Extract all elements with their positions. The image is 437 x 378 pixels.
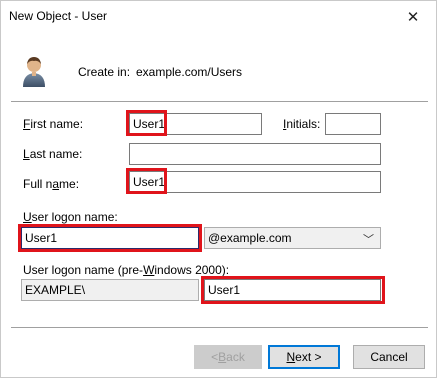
initials-input[interactable]	[325, 113, 381, 135]
back-button[interactable]: < Back	[194, 345, 262, 369]
domain-select-value: @example.com	[208, 231, 292, 245]
logon-name-label: User logon name:	[23, 210, 118, 224]
close-icon: ✕	[406, 8, 420, 26]
first-name-label: First name:	[23, 117, 84, 131]
pre2000-domain: EXAMPLE\	[21, 279, 199, 301]
full-name-label: Full name:	[23, 177, 80, 191]
close-button[interactable]: ✕	[390, 1, 436, 32]
new-user-dialog: New Object - User ✕ Create in: example.c…	[0, 0, 437, 378]
next-button[interactable]: Next >	[268, 345, 340, 369]
window-title: New Object - User	[9, 9, 108, 23]
pre2000-label: User logon name (pre-Windows 2000):	[23, 263, 230, 277]
chevron-down-icon: ﹀	[363, 234, 374, 246]
create-in-path: example.com/Users	[136, 65, 243, 79]
logon-name-input[interactable]: User1	[21, 227, 199, 249]
last-name-label: Last name:	[23, 147, 83, 161]
cancel-button[interactable]: Cancel	[353, 345, 425, 369]
title-bar: New Object - User ✕	[1, 1, 436, 32]
full-name-input[interactable]: User1	[129, 171, 381, 193]
initials-label: Initials:	[283, 117, 321, 131]
first-name-input[interactable]: User1	[129, 113, 262, 135]
user-icon	[21, 54, 47, 88]
domain-select[interactable]: @example.com ﹀	[204, 227, 381, 249]
create-in-label: Create in:	[78, 65, 131, 79]
last-name-input[interactable]	[129, 143, 381, 165]
pre2000-logon-input[interactable]: User1	[204, 279, 381, 301]
